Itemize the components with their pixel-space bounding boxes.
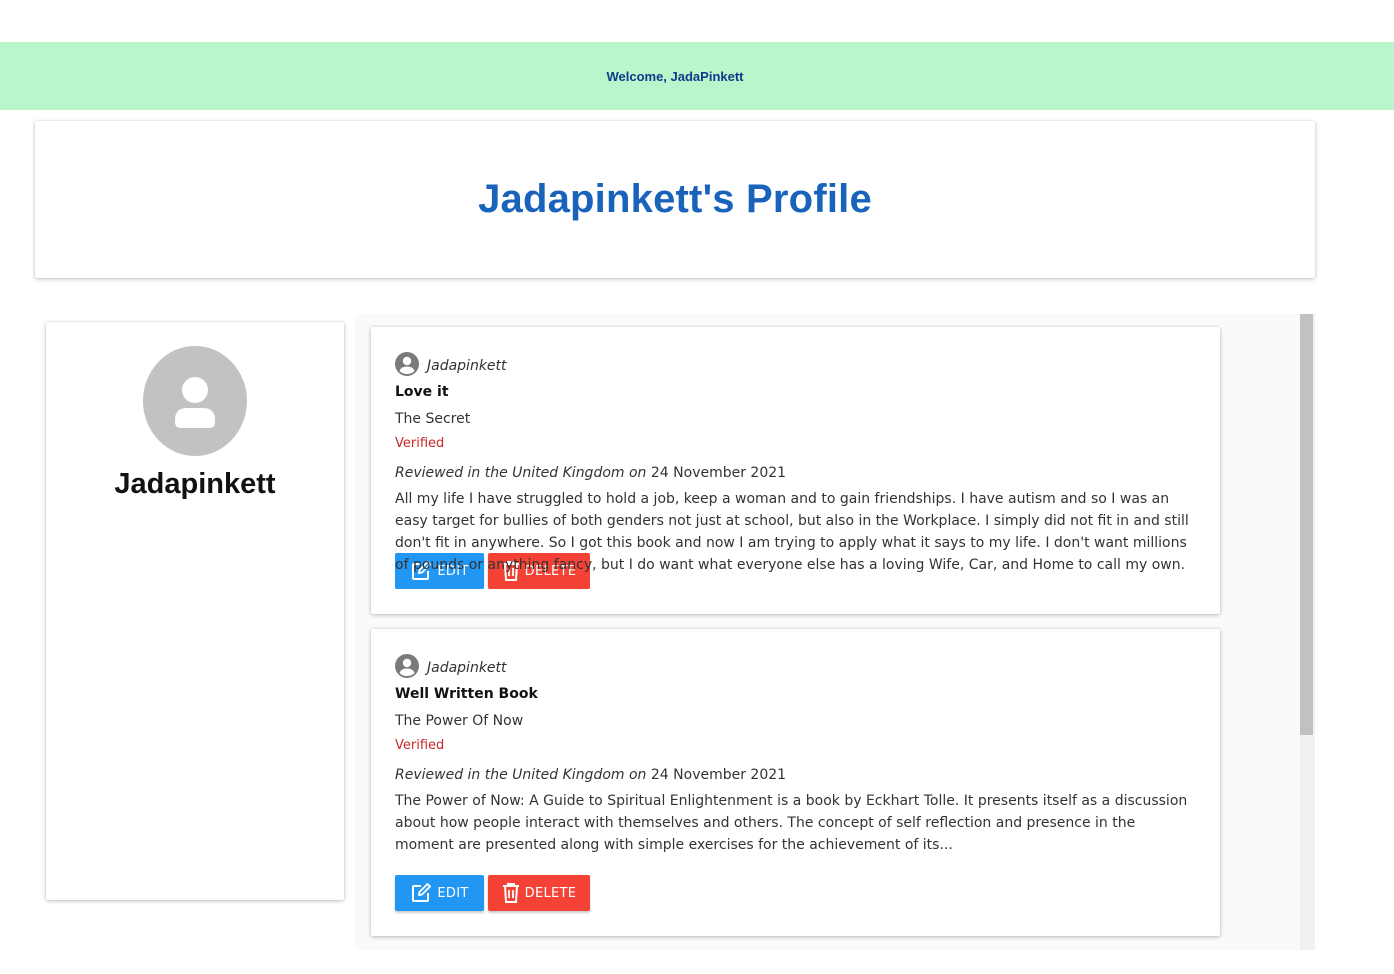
review-date: 24 November 2021 [650, 465, 787, 481]
top-bar: Welcome, JadaPinkett [0, 42, 1394, 110]
profile-title-card: Jadapinkett's Profile [35, 121, 1315, 278]
review-body: All my life I have struggled to hold a j… [395, 491, 1189, 573]
edit-button[interactable]: EDIT [395, 875, 484, 911]
verified-badge: Verified [395, 738, 445, 753]
reviewed-in-label: Reviewed in the United Kingdom on [395, 767, 647, 783]
verified-badge: Verified [395, 436, 445, 451]
scrollbar-thumb[interactable] [1300, 314, 1313, 735]
review-title: Love it [395, 384, 449, 400]
edit-icon [412, 882, 432, 902]
review-title: Well Written Book [395, 686, 538, 702]
trash-icon [502, 883, 519, 903]
user-circle-icon [395, 352, 419, 376]
reviewed-in-label: Reviewed in the United Kingdom on [395, 465, 647, 481]
review-body: The Power of Now: A Guide to Spiritual E… [395, 793, 1188, 853]
profile-card: Jadapinkett [46, 322, 344, 900]
edit-button-label: EDIT [437, 885, 469, 901]
review-date-line: Reviewed in the United Kingdom on 24 Nov… [395, 766, 1196, 784]
delete-button[interactable]: DELETE [488, 875, 590, 911]
review-author-row: Jadapinkett [395, 653, 1196, 679]
page-title: Jadapinkett's Profile [478, 177, 872, 221]
book-title: The Secret [395, 411, 471, 427]
review-author: Jadapinkett [427, 358, 507, 374]
welcome-text: Welcome, JadaPinkett [606, 68, 744, 84]
review-card: Jadapinkett Well Written Book The Power … [371, 629, 1220, 936]
review-author: Jadapinkett [427, 660, 507, 676]
review-date: 24 November 2021 [650, 767, 787, 783]
delete-button-label: DELETE [524, 885, 577, 901]
user-circle-icon [395, 654, 419, 678]
review-date-line: Reviewed in the United Kingdom on 24 Nov… [395, 464, 1196, 482]
profile-name: Jadapinkett [114, 468, 276, 500]
reviews-list[interactable]: Jadapinkett Love it The Secret Verified … [355, 314, 1315, 950]
review-actions: EDIT DELETE [395, 875, 1196, 911]
review-card: Jadapinkett Love it The Secret Verified … [371, 327, 1220, 614]
person-icon [175, 377, 215, 428]
review-author-row: Jadapinkett [395, 351, 1196, 377]
avatar [143, 346, 247, 456]
book-title: The Power Of Now [395, 713, 524, 729]
